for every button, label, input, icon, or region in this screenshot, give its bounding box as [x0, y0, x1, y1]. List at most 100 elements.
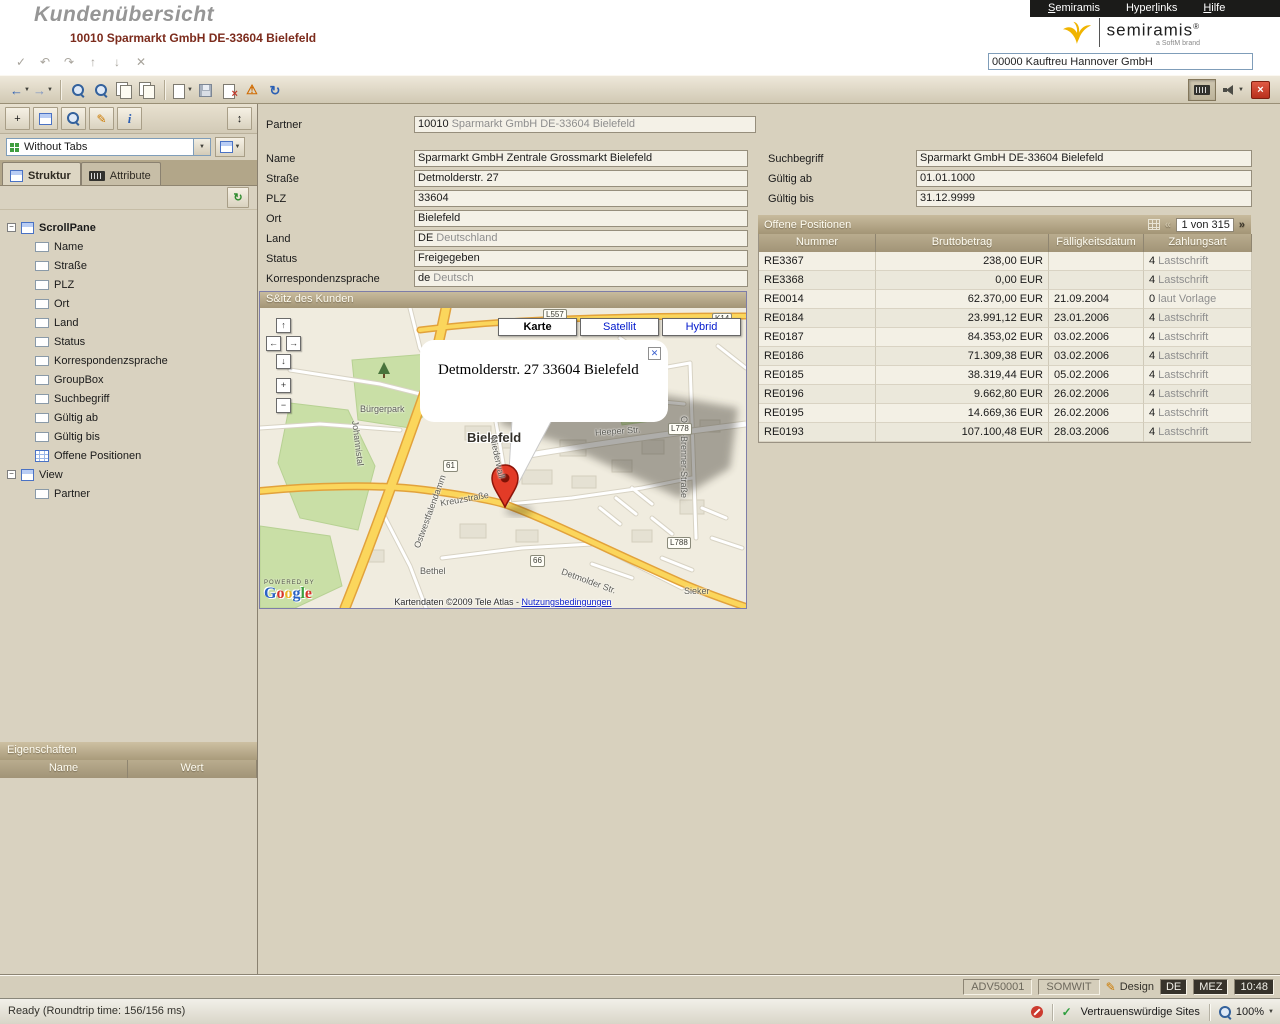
map-type-satellit[interactable]: Satellit	[580, 318, 659, 336]
col-nummer[interactable]: Nummer	[759, 234, 876, 252]
table-row[interactable]: RE0196 9.662,80 EUR 26.02.2006 4Lastschr…	[759, 385, 1250, 404]
tabs-mode-select[interactable]: Without Tabs ▼	[6, 138, 211, 156]
security-zone[interactable]: Vertrauenswürdige Sites	[1081, 1006, 1200, 1018]
field-name[interactable]: Sparmarkt GmbH Zentrale Grossmarkt Biele…	[414, 150, 748, 167]
close-icon: ×	[1257, 84, 1263, 96]
table-row[interactable]: RE3367 238,00 EUR 4Lastschrift	[759, 252, 1250, 271]
table-row[interactable]: RE0186 71.309,38 EUR 03.02.2006 4Lastsch…	[759, 347, 1250, 366]
field-gueltig-bis[interactable]: 31.12.9999	[916, 190, 1252, 207]
map-type-hybrid[interactable]: Hybrid	[662, 318, 741, 336]
tree-item-offene-positionen[interactable]: Offene Positionen	[0, 446, 257, 465]
terms-link[interactable]: Nutzungsbedingungen	[521, 597, 611, 607]
field-ort[interactable]: Bielefeld	[414, 210, 748, 227]
back-button[interactable]: ←▼	[10, 79, 30, 101]
close-button[interactable]: ×	[1251, 81, 1270, 99]
tab-attribute[interactable]: Attribute	[81, 162, 161, 185]
tree-item-plz[interactable]: PLZ	[0, 275, 257, 294]
panel-button[interactable]	[33, 107, 58, 130]
table-row[interactable]: RE3368 0,00 EUR 4Lastschrift	[759, 271, 1250, 290]
arrow-left-icon: ←	[269, 338, 278, 348]
keyboard-mode-button[interactable]	[1188, 79, 1216, 101]
field-status[interactable]: Freigegeben	[414, 250, 748, 267]
tree-item-partner[interactable]: Partner	[0, 484, 257, 503]
move-up-icon[interactable]: ↑	[86, 55, 100, 69]
table-row[interactable]: RE0187 84.353,02 EUR 03.02.2006 4Lastsch…	[759, 328, 1250, 347]
pager-prev-icon[interactable]: «	[1165, 219, 1171, 231]
save-button[interactable]	[196, 79, 216, 101]
company-input[interactable]	[988, 53, 1253, 70]
table-row[interactable]: RE0184 23.991,12 EUR 23.01.2006 4Lastsch…	[759, 309, 1250, 328]
tree-item-scrollpane[interactable]: − ScrollPane	[0, 218, 257, 237]
dropdown-button[interactable]: ▼	[193, 139, 210, 155]
popup-blocked-icon[interactable]	[1031, 1006, 1043, 1018]
collapse-icon[interactable]: −	[7, 223, 16, 232]
menu-semiramis[interactable]: Semiramis	[1048, 2, 1100, 17]
design-mode-toggle[interactable]: ✎Design	[1106, 980, 1154, 994]
bubble-close-button[interactable]: ✕	[648, 347, 661, 360]
field-gueltig-ab[interactable]: 01.01.1000	[916, 170, 1252, 187]
pager-position[interactable]: 1 von 315	[1176, 218, 1234, 232]
tree-item-gueltig-ab[interactable]: Gültig ab	[0, 408, 257, 427]
pager-next-icon[interactable]: »	[1239, 219, 1245, 231]
tree-item-gueltig-bis[interactable]: Gültig bis	[0, 427, 257, 446]
zoom-in-button[interactable]: +	[276, 378, 291, 393]
tree-item-strasse[interactable]: Straße	[0, 256, 257, 275]
sort-button[interactable]: ↕	[227, 107, 252, 130]
compare-button[interactable]	[137, 79, 157, 101]
move-down-icon[interactable]: ↓	[110, 55, 124, 69]
menu-hyperlinks[interactable]: Hyperlinks	[1126, 2, 1177, 17]
tree-refresh-button[interactable]: ↻	[227, 187, 249, 208]
tree-item-suchbegriff[interactable]: Suchbegriff	[0, 389, 257, 408]
redo-icon[interactable]: ↷	[62, 55, 76, 69]
col-faelligkeitsdatum[interactable]: Fälligkeitsdatum	[1049, 234, 1144, 252]
advanced-search-button[interactable]	[91, 79, 111, 101]
forward-button[interactable]: →▼	[33, 79, 53, 101]
pan-right-button[interactable]: →	[286, 336, 301, 351]
tree-item-ort[interactable]: Ort	[0, 294, 257, 313]
tree-item-land[interactable]: Land	[0, 313, 257, 332]
pan-down-button[interactable]: ↓	[276, 354, 291, 369]
info-button[interactable]: i	[117, 107, 142, 130]
validate-button[interactable]: ⚠	[242, 79, 262, 101]
tree-item-view[interactable]: − View	[0, 465, 257, 484]
confirm-icon[interactable]: ✓	[14, 55, 28, 69]
undo-icon[interactable]: ↶	[38, 55, 52, 69]
duplicate-button[interactable]	[114, 79, 134, 101]
menu-hilfe[interactable]: Hilfe	[1203, 2, 1225, 17]
tree-item-name[interactable]: Name	[0, 237, 257, 256]
col-bruttobetrag[interactable]: Bruttobetrag	[876, 234, 1049, 252]
tree-item-groupbox[interactable]: GroupBox	[0, 370, 257, 389]
delete-button[interactable]	[219, 79, 239, 101]
field-land[interactable]: DEDeutschland	[414, 230, 748, 247]
cancel-icon[interactable]: ✕	[134, 55, 148, 69]
search-button[interactable]	[68, 79, 88, 101]
layout-button[interactable]: ▼	[215, 137, 245, 157]
table-row[interactable]: RE0193 107.100,48 EUR 28.03.2006 4Lastsc…	[759, 423, 1250, 442]
map-canvas[interactable]: Bürgerpark Johannistal Bielefeld Heeper …	[260, 308, 746, 608]
field-strasse[interactable]: Detmolderstr. 27	[414, 170, 748, 187]
zoom-out-button[interactable]: −	[276, 398, 291, 413]
pan-up-button[interactable]: ↑	[276, 318, 291, 333]
field-suchbegriff[interactable]: Sparmarkt GmbH DE-33604 Bielefeld	[916, 150, 1252, 167]
collapse-icon[interactable]: −	[7, 470, 16, 479]
audio-button[interactable]: ▼	[1223, 79, 1244, 101]
table-settings-icon[interactable]	[1148, 219, 1160, 230]
map-type-karte[interactable]: Karte	[498, 318, 577, 336]
table-row[interactable]: RE0014 62.370,00 EUR 21.09.2004 0laut Vo…	[759, 290, 1250, 309]
edit-button[interactable]: ✎	[89, 107, 114, 130]
field-plz[interactable]: 33604	[414, 190, 748, 207]
table-row[interactable]: RE0195 14.669,36 EUR 26.02.2006 4Lastsch…	[759, 404, 1250, 423]
tree-item-status[interactable]: Status	[0, 332, 257, 351]
refresh-button[interactable]: ↻	[265, 79, 285, 101]
pan-left-button[interactable]: ←	[266, 336, 281, 351]
find-button[interactable]	[61, 107, 86, 130]
new-button[interactable]: ▼	[172, 79, 193, 101]
tree-item-korrespondenzsprache[interactable]: Korrespondenzsprache	[0, 351, 257, 370]
add-button[interactable]: +	[5, 107, 30, 130]
col-zahlungsart[interactable]: Zahlungsart	[1144, 234, 1252, 252]
zoom-control[interactable]: 100% ▼	[1219, 1006, 1274, 1019]
table-row[interactable]: RE0185 38.319,44 EUR 05.02.2006 4Lastsch…	[759, 366, 1250, 385]
tab-struktur[interactable]: Struktur	[2, 162, 81, 185]
field-korrespondenzsprache[interactable]: deDeutsch	[414, 270, 748, 287]
partner-field[interactable]: 10010Sparmarkt GmbH DE-33604 Bielefeld	[414, 116, 756, 133]
